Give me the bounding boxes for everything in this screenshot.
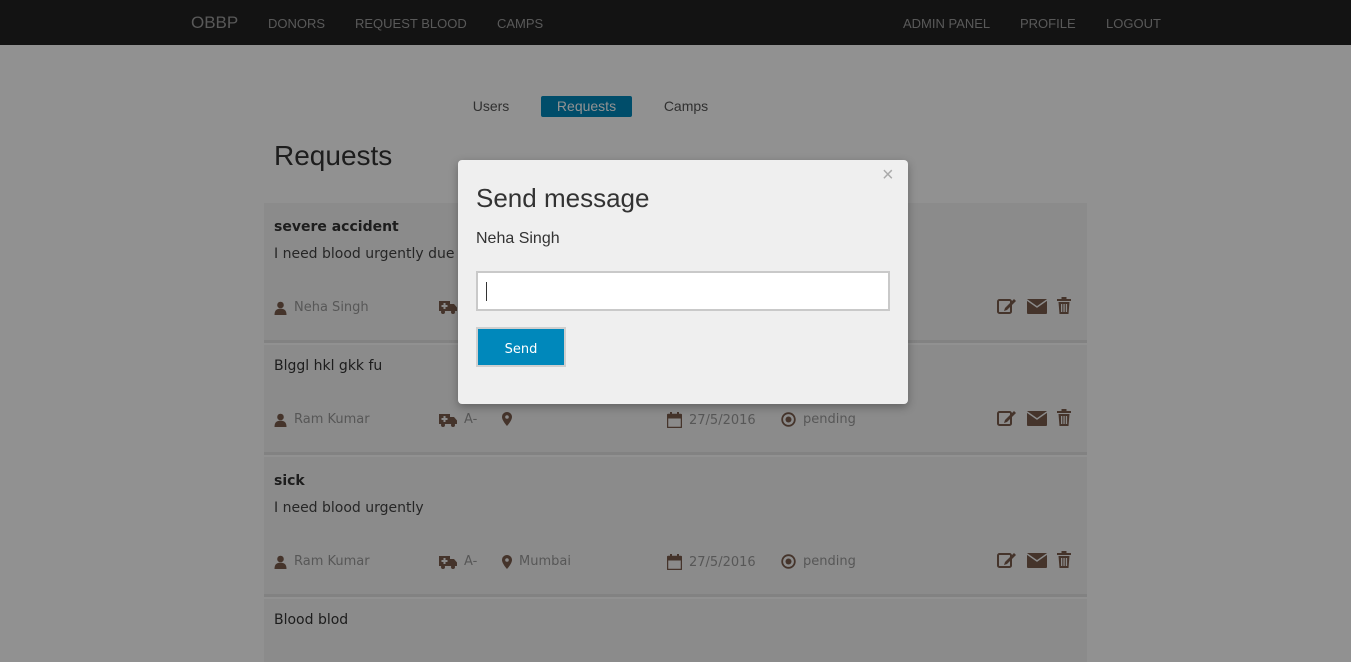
message-input[interactable] <box>476 271 890 311</box>
send-message-modal: × Send message Neha Singh Send <box>458 160 908 404</box>
send-button[interactable]: Send <box>476 327 566 367</box>
message-recipient: Neha Singh <box>476 230 560 247</box>
modal-title: Send message <box>476 183 650 213</box>
text-cursor <box>486 282 487 301</box>
close-icon[interactable]: × <box>882 165 894 185</box>
